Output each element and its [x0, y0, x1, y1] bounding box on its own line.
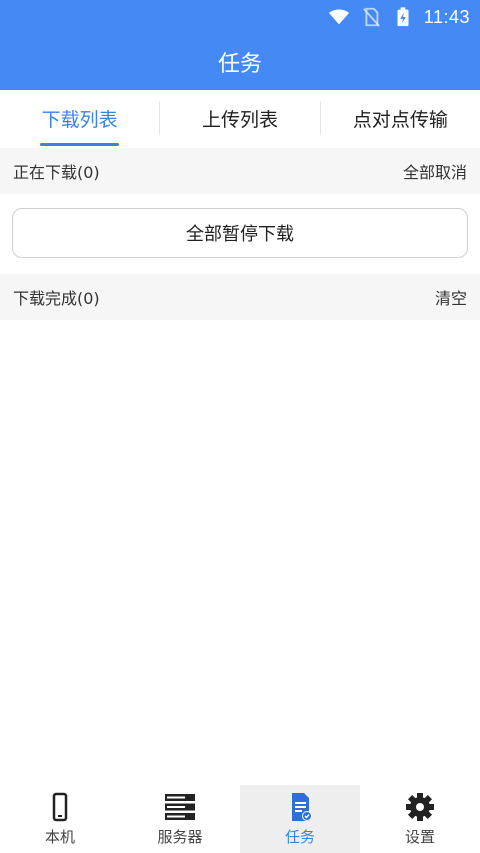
completed-section-header: 下载完成(0) 清空 — [0, 274, 480, 320]
no-sim-icon — [362, 7, 380, 27]
wifi-icon — [328, 9, 349, 25]
nav-label: 本机 — [44, 827, 75, 846]
completed-title: 下载完成(0) — [13, 289, 100, 308]
status-time: 11:43 — [423, 6, 470, 27]
tab-p2p-transfer[interactable]: 点对点传输 — [321, 90, 480, 146]
server-icon — [165, 793, 195, 820]
tab-download-list[interactable]: 下载列表 — [0, 90, 159, 146]
downloading-title: 正在下载(0) — [13, 163, 100, 182]
cancel-all-button[interactable]: 全部取消 — [403, 159, 467, 183]
nav-item-server[interactable]: 服务器 — [120, 785, 240, 853]
page-title: 任务 — [217, 52, 262, 77]
gear-icon — [406, 792, 434, 821]
nav-label: 任务 — [284, 827, 315, 846]
downloading-section-header: 正在下载(0) 全部取消 — [0, 148, 480, 194]
app-screen: 11:43 任务 下载列表 上传列表 点对点传输 正在下载(0) 全部取消 全部… — [0, 0, 480, 853]
nav-item-tasks[interactable]: 任务 — [240, 785, 360, 853]
battery-charging-icon — [397, 7, 409, 27]
tab-upload-list[interactable]: 上传列表 — [160, 90, 319, 146]
task-document-icon — [292, 792, 312, 821]
pause-all-downloads-button[interactable]: 全部暂停下载 — [12, 208, 468, 258]
phone-icon — [52, 792, 68, 821]
app-bar: 任务 — [0, 34, 480, 90]
nav-item-local[interactable]: 本机 — [0, 785, 120, 853]
tab-bar: 下载列表 上传列表 点对点传输 — [0, 90, 480, 146]
clear-button[interactable]: 清空 — [435, 285, 467, 309]
nav-label: 服务器 — [157, 827, 203, 846]
nav-item-settings[interactable]: 设置 — [360, 785, 480, 853]
status-bar: 11:43 — [0, 0, 480, 34]
nav-label: 设置 — [404, 827, 435, 846]
bottom-nav: 本机 服务器 任务 设置 — [0, 785, 480, 853]
